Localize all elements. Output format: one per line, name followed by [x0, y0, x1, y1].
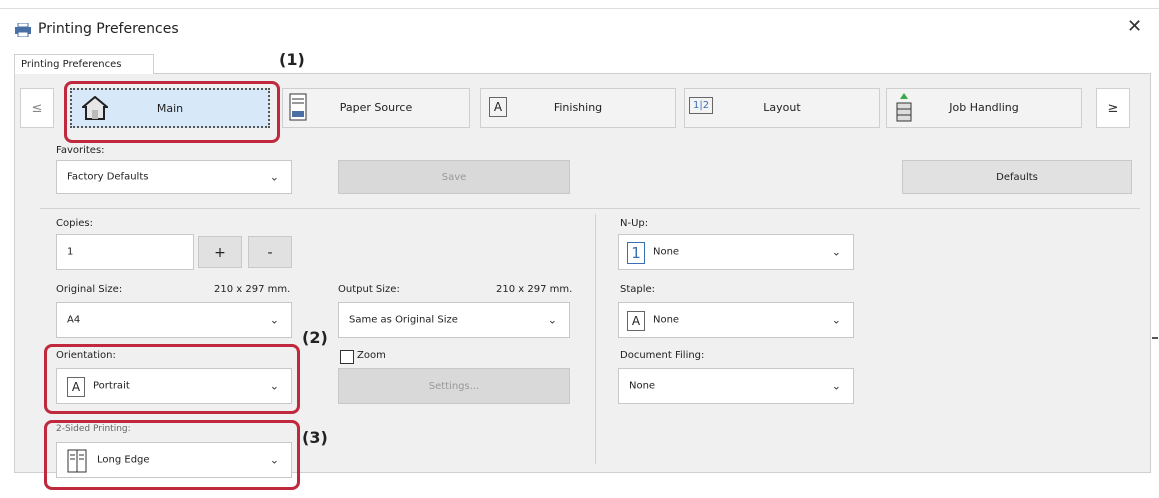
tab-layout-label: Layout — [763, 101, 801, 114]
tab-printing-preferences[interactable]: Printing Preferences — [14, 54, 154, 74]
chevron-down-icon: ⌄ — [269, 313, 279, 327]
zoom-checkbox[interactable] — [340, 350, 354, 364]
copies-plus-button[interactable]: + — [198, 236, 242, 268]
printer-icon — [14, 22, 32, 38]
document-filing-select[interactable]: None ⌄ — [618, 368, 854, 404]
chevron-down-icon: ⌄ — [831, 245, 841, 259]
chevron-down-icon: ⌄ — [547, 313, 557, 327]
chevron-down-icon: ⌄ — [831, 313, 841, 327]
nup-label: N-Up: — [620, 218, 649, 229]
callout-number-1: (1) — [279, 50, 305, 69]
save-button[interactable]: Save — [338, 160, 570, 194]
original-size-label: Original Size: — [56, 284, 123, 295]
settings-button[interactable]: Settings... — [338, 368, 570, 404]
output-size-dims: 210 x 297 mm. — [496, 284, 573, 295]
callout-number-2: (2) — [302, 328, 328, 347]
callout-two-sided — [44, 420, 300, 490]
nup-icon: 1 — [627, 242, 645, 264]
titlebar-divider — [0, 8, 1159, 9]
callout-main-tab — [64, 81, 280, 143]
window-title: Printing Preferences — [38, 21, 179, 37]
copies-minus-button[interactable]: - — [248, 236, 292, 268]
staple-icon: A — [627, 311, 645, 331]
tab-paper-source[interactable]: Paper Source — [282, 88, 470, 128]
copies-value: 1 — [67, 246, 74, 258]
document-filing-label: Document Filing: — [620, 350, 705, 361]
tab-paper-source-label: Paper Source — [339, 101, 413, 114]
copies-label: Copies: — [56, 218, 93, 229]
callout-number-3: (3) — [302, 428, 328, 447]
output-size-select[interactable]: Same as Original Size ⌄ — [338, 302, 570, 338]
column-divider — [595, 214, 596, 464]
scroll-indicator — [1152, 337, 1158, 339]
nup-select[interactable]: 1 None ⌄ — [618, 234, 854, 270]
output-size-label: Output Size: — [338, 284, 400, 295]
output-size-value: Same as Original Size — [349, 314, 458, 326]
tab-layout[interactable]: 1|2 Layout — [684, 88, 880, 128]
favorites-value: Factory Defaults — [67, 171, 149, 183]
tab-finishing-label: Finishing — [553, 101, 603, 114]
tab-job-handling[interactable]: Job Handling — [886, 88, 1082, 128]
section-divider — [40, 208, 1140, 209]
favorites-label: Favorites: — [56, 145, 105, 156]
callout-orientation — [44, 344, 300, 414]
close-icon[interactable]: ✕ — [1127, 16, 1142, 37]
nav-right-arrow[interactable]: ≥ — [1096, 88, 1130, 128]
original-size-dims: 210 x 297 mm. — [214, 284, 291, 295]
nav-left-arrow[interactable]: ≤ — [20, 88, 54, 128]
chevron-down-icon: ⌄ — [831, 379, 841, 393]
chevron-down-icon: ⌄ — [269, 170, 279, 184]
staple-value: None — [653, 314, 680, 326]
document-filing-value: None — [629, 380, 656, 392]
tab-job-handling-label: Job Handling — [949, 101, 1019, 114]
original-size-value: A4 — [67, 314, 81, 326]
copies-input[interactable]: 1 — [56, 234, 194, 270]
tab-finishing[interactable]: A Finishing — [480, 88, 676, 128]
staple-label: Staple: — [620, 284, 656, 295]
original-size-select[interactable]: A4 ⌄ — [56, 302, 292, 338]
staple-select[interactable]: A None ⌄ — [618, 302, 854, 338]
nup-value: None — [653, 246, 680, 258]
zoom-label: Zoom — [357, 350, 386, 361]
defaults-button[interactable]: Defaults — [902, 160, 1132, 194]
favorites-select[interactable]: Factory Defaults ⌄ — [56, 160, 292, 194]
